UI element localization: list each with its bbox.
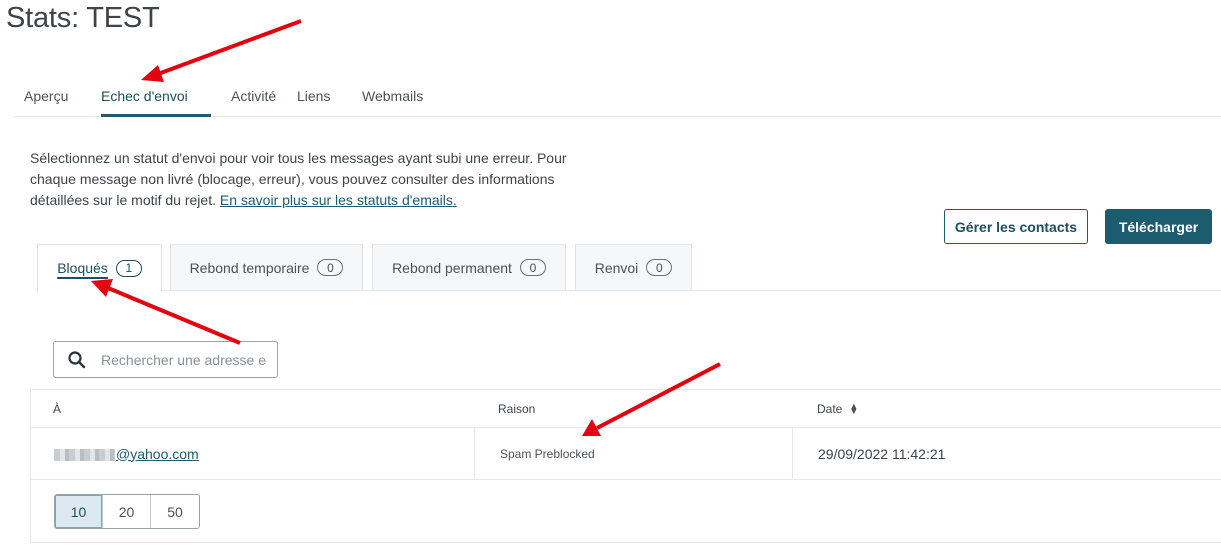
column-header-date[interactable]: Date ▲ ▼ xyxy=(817,390,858,427)
page-size-50-button[interactable]: 50 xyxy=(151,495,199,528)
sub-tab-label: Renvoi xyxy=(594,259,639,276)
column-divider xyxy=(792,428,793,479)
table-footer: 10 20 50 xyxy=(31,480,1221,542)
column-divider xyxy=(474,428,475,479)
table-header: À Raison Date ▲ ▼ xyxy=(31,390,1221,428)
search-box xyxy=(53,341,278,378)
table-row: @yahoo.com Spam Preblocked 29/09/2022 11… xyxy=(31,428,1221,480)
learn-more-link[interactable]: En savoir plus sur les statuts d'emails. xyxy=(220,192,457,208)
sub-tab-bloques[interactable]: Bloqués 1 xyxy=(37,244,162,291)
recipient-cell: @yahoo.com xyxy=(54,428,199,479)
sub-tab-rebond-permanent[interactable]: Rebond permanent 0 xyxy=(372,244,566,290)
search-icon xyxy=(67,350,87,370)
page-size-20-button[interactable]: 20 xyxy=(103,495,151,528)
tab-apercu[interactable]: Aperçu xyxy=(24,88,68,104)
sub-tabs-divider xyxy=(37,290,1221,291)
bounces-table: À Raison Date ▲ ▼ @yahoo.com Spam Preblock… xyxy=(30,389,1221,543)
active-tab-indicator xyxy=(101,114,211,117)
count-badge: 0 xyxy=(646,259,673,276)
page-title: Stats: TEST xyxy=(6,2,160,34)
column-header-to: À xyxy=(53,401,62,416)
redacted-email-local-part xyxy=(54,448,115,461)
date-cell: 29/09/2022 11:42:21 xyxy=(818,445,946,462)
page-size-selector: 10 20 50 xyxy=(54,494,200,529)
tab-liens[interactable]: Liens xyxy=(297,88,330,104)
sub-tab-label: Rebond temporaire xyxy=(189,259,310,276)
tab-activite[interactable]: Activité xyxy=(231,88,276,104)
annotation-arrow-icon xyxy=(141,19,302,82)
stats-tab-bar: Aperçu Echec d'envoi Activité Liens Webm… xyxy=(13,78,1221,117)
reason-cell: Spam Preblocked xyxy=(500,446,595,461)
sub-tab-label: Rebond permanent xyxy=(392,259,512,276)
search-input[interactable] xyxy=(101,351,266,368)
sort-icon[interactable]: ▲ ▼ xyxy=(849,401,858,415)
manage-contacts-button[interactable]: Gérer les contacts xyxy=(944,209,1088,244)
count-badge: 0 xyxy=(317,259,344,276)
tab-echec-envoi[interactable]: Echec d'envoi xyxy=(101,88,188,104)
count-badge: 0 xyxy=(519,259,546,276)
sub-tab-label: Bloqués xyxy=(57,260,108,276)
page-size-10-button[interactable]: 10 xyxy=(55,495,103,528)
recipient-email-link[interactable]: @yahoo.com xyxy=(54,446,199,462)
sub-tab-rebond-temporaire[interactable]: Rebond temporaire 0 xyxy=(170,244,363,290)
sub-tab-renvoi[interactable]: Renvoi 0 xyxy=(575,244,692,290)
tab-webmails[interactable]: Webmails xyxy=(362,88,423,104)
intro-text: Sélectionnez un statut d'envoi pour voir… xyxy=(30,148,590,211)
count-badge: 1 xyxy=(115,259,142,277)
download-button[interactable]: Télécharger xyxy=(1105,209,1212,244)
column-header-reason: Raison xyxy=(498,401,536,416)
